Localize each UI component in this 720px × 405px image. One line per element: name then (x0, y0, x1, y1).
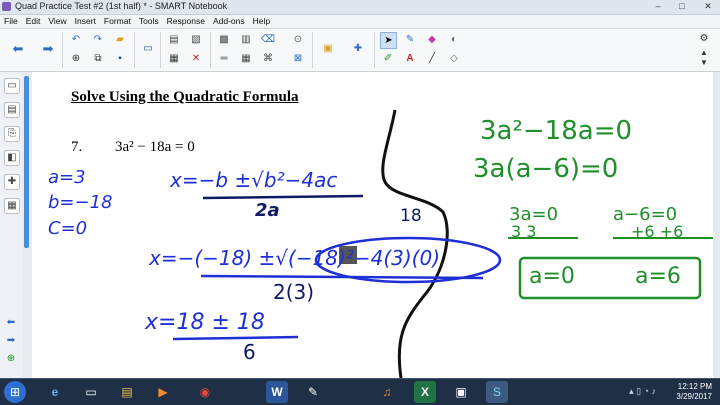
menu-response[interactable]: Response (163, 15, 209, 28)
sidebar-add-icon[interactable]: ⊕ (4, 352, 18, 366)
measure-icon[interactable]: ⌘ (260, 51, 276, 67)
pen-icon[interactable]: ✎ (402, 32, 418, 48)
formula-denominator: 2a (255, 200, 280, 221)
display-screen-icon[interactable]: ▭ (140, 41, 156, 57)
smart-ink-icon[interactable]: ✎ (302, 381, 324, 403)
menu-view[interactable]: View (44, 15, 70, 28)
save-icon[interactable]: ▪ (112, 51, 128, 67)
lock-icon[interactable]: ▣ (320, 41, 336, 57)
eraser-icon[interactable]: ◆ (424, 32, 440, 48)
menu-help[interactable]: Help (249, 15, 274, 28)
duplicate-page-icon[interactable]: ⧉ (90, 51, 106, 67)
maximize-button[interactable]: □ (674, 1, 690, 11)
right-scroll-edge (713, 72, 720, 378)
minimize-button[interactable]: – (650, 1, 666, 11)
chrome-icon[interactable]: ◉ (194, 381, 216, 403)
add-on-icon[interactable]: ✚ (350, 41, 366, 57)
fill-icon[interactable]: ◐ (446, 32, 462, 48)
window-switcher-icon[interactable]: ▭ (80, 381, 102, 403)
toolbar: ⬅ ➡ ↶ ↷ ▰ ⊕ ⧉ ▪ ▭ ▤ ▧ ▦ ✕ ▩ ▥ ⌫ ═ ▦ ⌘ ⊙ … (0, 29, 720, 72)
menu-file[interactable]: File (0, 15, 22, 28)
answer-a-six: a=6 (635, 264, 681, 289)
sidebar-back-icon[interactable]: ⬅ (4, 316, 18, 330)
coefficient-c: C=0 (48, 218, 88, 239)
menu-bar: File Edit View Insert Format Tools Respo… (0, 15, 720, 29)
window-title: Quad Practice Test #2 (1st half) * - SMA… (15, 1, 228, 11)
scroll-thumb[interactable] (24, 76, 29, 248)
sidebar-forward-icon[interactable]: ➡ (4, 334, 18, 348)
factored-equation-2: 3a(a−6)=0 (473, 154, 619, 184)
clock-time: 12:12 PM (677, 382, 712, 391)
addons-tab-icon[interactable]: ✚ (4, 174, 20, 190)
creative-pen-icon[interactable]: ✐ (380, 51, 396, 67)
media-player-icon[interactable]: ▶ (152, 381, 174, 403)
properties-tab-icon[interactable]: ◧ (4, 150, 20, 166)
scroll-down-icon[interactable]: ▼ (696, 55, 712, 71)
clock-date: 3/29/2017 (676, 392, 712, 401)
word-icon[interactable]: W (266, 381, 288, 403)
line-icon[interactable]: ╱ (424, 51, 440, 67)
formula-fraction-bar (202, 194, 364, 200)
align-icon[interactable]: ═ (216, 51, 232, 67)
factored-equation-1: 3a²−18a=0 (480, 116, 633, 146)
taskbar: ⊞ e ▭ ▤ ▶ ◉ W ✎ ♫ X ▣ S ▴ ▯ ◔ ♪ 12:12 PM… (0, 378, 720, 405)
coefficient-a: a=3 (48, 167, 86, 188)
file-explorer-icon[interactable]: ▤ (116, 381, 138, 403)
forward-arrow-icon[interactable]: ➡ (40, 41, 56, 57)
solve-right-add: +6 +6 (631, 222, 684, 241)
substitution-fraction-bar (200, 274, 484, 280)
menu-edit[interactable]: Edit (22, 15, 45, 28)
start-button[interactable]: ⊞ (4, 381, 26, 403)
system-tray[interactable]: ▴ ▯ ◔ ♪ (629, 386, 656, 397)
coefficient-b: b=−18 (48, 192, 113, 213)
paste-icon[interactable]: ▤ (166, 32, 182, 48)
substitution-numerator: x=−(−18) ±√(−18)²−4(3)(0) (149, 246, 440, 270)
simplified-denominator: 6 (243, 340, 256, 364)
menu-format[interactable]: Format (100, 15, 135, 28)
simplified-fraction-bar (172, 335, 299, 341)
page-sorter-icon[interactable]: ▭ (4, 78, 20, 94)
formula-numerator: x=−b ±√b²−4ac (170, 168, 338, 192)
simplified-numerator: x=18 ± 18 (145, 310, 265, 335)
smart-notebook-icon (2, 2, 11, 11)
internet-explorer-icon[interactable]: e (44, 381, 66, 403)
redo-icon[interactable]: ↷ (90, 32, 106, 48)
delete-icon[interactable]: ✕ (188, 51, 204, 67)
screen-shade-icon[interactable]: ▩ (216, 32, 232, 48)
title-bar: Quad Practice Test #2 (1st half) * - SMA… (0, 0, 720, 15)
magic-pen-icon[interactable]: ◇ (446, 51, 462, 67)
camera-icon[interactable]: ▣ (450, 381, 472, 403)
insert-picture-icon[interactable]: ▧ (188, 32, 204, 48)
fullscreen-icon[interactable]: ⊠ (290, 51, 306, 67)
divider-curve (381, 109, 449, 378)
zoom-icon[interactable]: ⊙ (290, 32, 306, 48)
undo-icon[interactable]: ↶ (68, 32, 84, 48)
text-icon[interactable]: A (402, 51, 418, 67)
excel-icon[interactable]: X (414, 381, 436, 403)
open-folder-icon[interactable]: ▰ (112, 32, 128, 48)
properties-icon[interactable]: ▥ (238, 32, 254, 48)
notebook-page[interactable]: Solve Using the Quadratic Formula 7. 3a²… (33, 72, 720, 378)
annotation-18: 18 (400, 206, 422, 226)
substitution-denominator: 2(3) (273, 280, 315, 304)
side-tab-panel: ▭ ▤ ⎘ ◧ ✚ ▦ ⬅ ➡ ⊕ (0, 72, 23, 378)
response-tab-icon[interactable]: ▦ (4, 198, 20, 214)
solve-left-divide: 3 3 (511, 222, 537, 241)
gallery-icon[interactable]: ▤ (4, 102, 20, 118)
grid-icon[interactable]: ▦ (238, 51, 254, 67)
close-button[interactable]: ✕ (700, 1, 716, 12)
clear-ink-icon[interactable]: ⌫ (260, 32, 276, 48)
menu-tools[interactable]: Tools (135, 15, 163, 28)
clock[interactable]: 12:12 PM 3/29/2017 (676, 382, 712, 402)
smart-notebook-taskbar-icon[interactable]: S (486, 381, 508, 403)
attachments-icon[interactable]: ⎘ (4, 126, 20, 142)
back-arrow-icon[interactable]: ⬅ (10, 41, 26, 57)
menu-insert[interactable]: Insert (71, 15, 100, 28)
itunes-icon[interactable]: ♫ (376, 381, 398, 403)
menu-addons[interactable]: Add-ons (209, 15, 249, 28)
table-icon[interactable]: ▦ (166, 51, 182, 67)
add-page-icon[interactable]: ⊕ (68, 51, 84, 67)
answer-a-zero: a=0 (529, 264, 575, 289)
select-pointer-icon[interactable]: ➤ (380, 32, 397, 49)
